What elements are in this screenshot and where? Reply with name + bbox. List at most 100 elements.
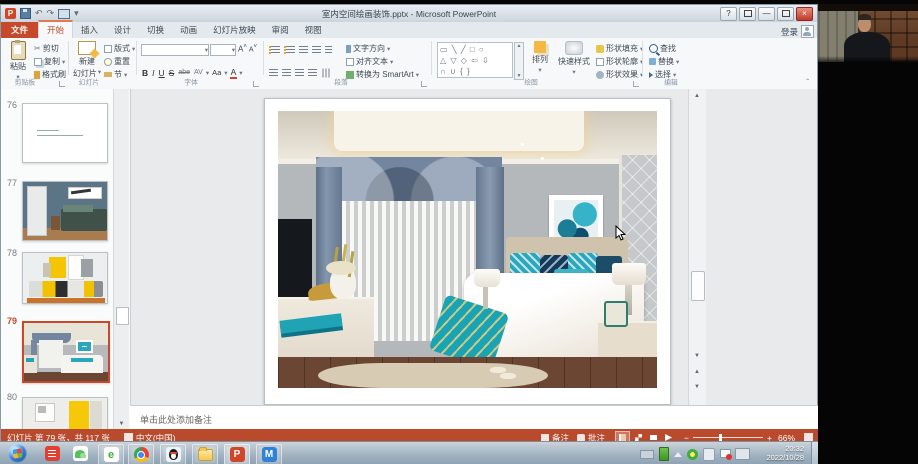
tab-design[interactable]: 设计 [106, 22, 139, 38]
bold-button[interactable]: B [141, 68, 149, 78]
thumbnail-scrollbar[interactable]: ▼ [113, 89, 129, 429]
zoom-slider-handle[interactable] [719, 434, 722, 441]
slide-thumbnail-77[interactable] [22, 181, 108, 241]
align-right-button[interactable] [295, 69, 304, 77]
tab-review[interactable]: 审阅 [264, 22, 297, 38]
shape-fill-button[interactable]: 形状填充▾ [596, 43, 643, 54]
character-spacing-button[interactable]: AV [193, 69, 204, 76]
shape-outline-button[interactable]: 形状轮廓▾ [596, 56, 643, 67]
align-text-button[interactable]: 对齐文本▾ [346, 56, 393, 67]
shrink-font-button[interactable]: A˅ [249, 44, 257, 53]
security-tray-icon[interactable] [687, 449, 698, 460]
tray-clock[interactable]: 20:32 2022/10/28 [766, 444, 804, 463]
device-tray-icon[interactable] [703, 448, 715, 461]
undo-icon[interactable]: ↶ [35, 9, 43, 18]
align-left-button[interactable] [269, 69, 278, 77]
find-button[interactable]: 查找 [649, 43, 676, 54]
shapes-gallery[interactable]: ▭ ╲ ╱ □ ○ △ ▽ ◇ ⇦ ⇩ ∩ ∪ { } [437, 42, 513, 78]
decrease-indent-button[interactable] [299, 46, 308, 54]
taskbar-powerpoint-active[interactable]: P [224, 444, 250, 464]
window-title: 室内空间绘画装饰.pptx - Microsoft PowerPoint [1, 8, 817, 20]
replace-button[interactable]: 替换▾ [649, 56, 679, 67]
reset-button[interactable]: 重置 [104, 56, 130, 67]
shape-effects-button[interactable]: 形状效果▾ [596, 69, 643, 80]
slideshow-from-start-icon[interactable] [58, 9, 70, 19]
layout-button[interactable]: 版式 ▾ [104, 43, 135, 54]
taskbar-qq[interactable] [160, 444, 186, 464]
taskbar-blue-app[interactable]: M [256, 444, 282, 464]
previous-slide-icon[interactable]: ▲ [690, 369, 704, 375]
font-name-combo[interactable]: ▾ [141, 44, 209, 56]
input-device-icon[interactable] [640, 450, 654, 459]
italic-button[interactable]: I [151, 68, 155, 78]
show-hidden-icons[interactable] [674, 452, 682, 457]
chrome-icon [134, 447, 149, 462]
show-desktop-button[interactable] [811, 442, 818, 464]
numbering-button[interactable] [284, 46, 295, 54]
start-button[interactable] [8, 444, 27, 463]
font-dialog-launcher[interactable] [253, 81, 259, 87]
strikethrough-button[interactable]: S [168, 68, 176, 78]
columns-button[interactable] [322, 68, 330, 77]
tab-slideshow[interactable]: 幻灯片放映 [205, 22, 264, 38]
minimize-button[interactable]: — [758, 7, 775, 21]
taskbar-wechat[interactable] [68, 444, 92, 463]
drawing-dialog-launcher[interactable] [633, 81, 639, 87]
thumbnail-scrollbar-thumb[interactable] [116, 307, 129, 325]
grow-font-button[interactable]: A˄ [238, 44, 247, 54]
line-spacing-button[interactable] [325, 46, 332, 54]
notes-pane[interactable]: 单击此处添加备注 [130, 405, 818, 430]
slide-thumbnail-80[interactable] [22, 397, 108, 430]
change-case-button[interactable]: Aa [211, 68, 222, 77]
close-button[interactable]: × [796, 7, 813, 21]
paragraph-dialog-launcher[interactable] [421, 81, 427, 87]
restore-button[interactable] [777, 7, 794, 21]
scroll-up-icon[interactable]: ▲ [690, 93, 704, 99]
tab-insert[interactable]: 插入 [73, 22, 106, 38]
slide-thumbnail-76[interactable] [22, 103, 108, 163]
cut-button[interactable]: ✂剪切 [34, 43, 59, 54]
sign-in[interactable]: 登录 [781, 25, 817, 38]
slides-group-label: 幻灯片 [64, 78, 115, 87]
ribbon-display-button[interactable] [739, 7, 756, 21]
editor-scrollbar[interactable]: ▲ ▼ ▲ ▼ [688, 89, 706, 405]
next-slide-icon[interactable]: ▼ [690, 384, 704, 390]
qat-customize-icon[interactable]: ▾ [74, 9, 79, 18]
collapse-ribbon-icon[interactable]: ˆ [806, 78, 809, 87]
taskbar-red-app[interactable] [40, 444, 64, 463]
battery-icon[interactable] [659, 447, 669, 461]
bullets-button[interactable] [269, 46, 280, 54]
copy-button[interactable]: 复制 ▾ [34, 56, 65, 67]
slide-thumbnail-78[interactable] [22, 252, 108, 304]
redo-icon[interactable]: ↷ [47, 9, 55, 18]
taskbar-360-browser[interactable]: e [98, 444, 124, 464]
taskbar-explorer[interactable] [192, 444, 218, 464]
save-icon[interactable] [20, 8, 31, 19]
shapes-scrollbar[interactable]: ▲▼ [514, 42, 524, 80]
increase-indent-button[interactable] [312, 46, 321, 54]
network-icon[interactable] [735, 448, 750, 460]
justify-button[interactable] [308, 69, 317, 77]
text-direction-button[interactable]: 文字方向▾ [346, 43, 390, 54]
font-size-combo[interactable]: ▾ [210, 44, 236, 56]
underline-button[interactable]: U [158, 68, 166, 78]
help-button[interactable]: ? [720, 7, 737, 21]
tab-transitions[interactable]: 切换 [139, 22, 172, 38]
tab-view[interactable]: 视图 [297, 22, 330, 38]
tab-animations[interactable]: 动画 [172, 22, 205, 38]
quick-styles-button[interactable]: 快速样式 ▾ [557, 41, 591, 85]
clear-formatting-button[interactable]: abe [177, 69, 191, 76]
editor-scrollbar-thumb[interactable] [691, 271, 705, 301]
tab-file[interactable]: 文件 [1, 22, 38, 38]
thumbnail-scroll-down-icon[interactable]: ▼ [114, 421, 129, 427]
replace-icon [649, 58, 656, 65]
font-color-button[interactable]: A [230, 67, 238, 79]
action-center-flag-icon[interactable] [720, 449, 730, 460]
scroll-down-icon[interactable]: ▼ [690, 353, 704, 359]
taskbar-chrome[interactable] [128, 444, 154, 464]
slide-thumbnail-79-selected[interactable] [22, 321, 110, 383]
zoom-slider[interactable] [693, 437, 763, 438]
slide-canvas[interactable] [264, 98, 671, 405]
align-center-button[interactable] [282, 69, 291, 77]
tab-home[interactable]: 开始 [38, 20, 73, 38]
